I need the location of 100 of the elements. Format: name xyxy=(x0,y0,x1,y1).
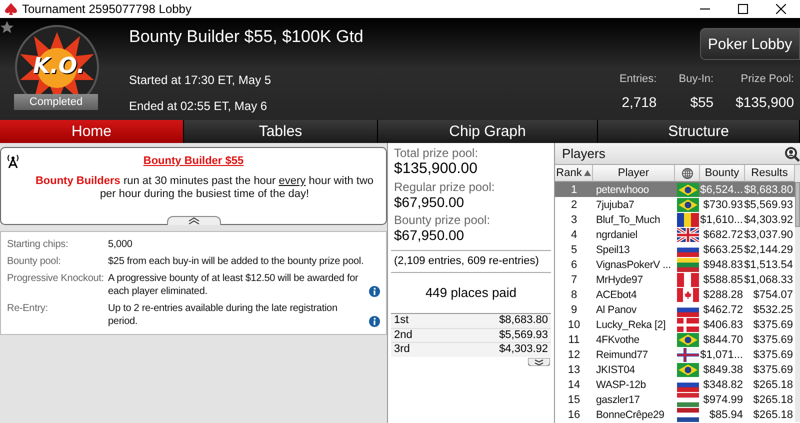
player-name[interactable]: peterwhooo xyxy=(593,182,675,197)
bounty-cell-text: $849.38 xyxy=(702,362,744,377)
pool-label: Bounty prize pool: xyxy=(394,213,492,227)
results-cell-text: $1,068.33 xyxy=(745,272,794,287)
close-icon[interactable] xyxy=(776,4,786,14)
column-header[interactable]: Results xyxy=(745,165,795,182)
antenna-icon xyxy=(7,154,19,168)
player-name[interactable]: Speil13 xyxy=(593,242,675,257)
pool-amount: $67,950.00 xyxy=(394,227,466,243)
flag-icon xyxy=(676,392,698,406)
flag-icon xyxy=(676,198,698,212)
tab[interactable]: Chip Graph xyxy=(378,120,598,143)
results-cell-text: $375.69 xyxy=(752,362,794,377)
flag-icon xyxy=(676,212,698,226)
bounty-cell-text: $948.83 xyxy=(702,258,744,272)
stat-value: $135,900 xyxy=(736,94,794,110)
column-header[interactable]: Bounty xyxy=(700,165,745,182)
player-name[interactable]: BonneCrêpe29 xyxy=(593,407,675,422)
pool-label: Total prize pool: xyxy=(394,146,480,160)
rank-cell-text: 8 xyxy=(570,288,578,302)
places-paid-text: 449 places paid xyxy=(424,284,518,302)
player-name[interactable]: gaszler17 xyxy=(593,392,675,407)
window-title: Tournament 2595077798 Lobby xyxy=(22,2,192,16)
player-name[interactable]: MrHyde97 xyxy=(593,272,675,287)
payout-amount: $4,303.92 xyxy=(499,343,548,356)
tab[interactable]: Tables xyxy=(184,120,378,143)
rank-cell-text: 3 xyxy=(570,212,578,227)
detail-value: 5,000 xyxy=(108,238,132,251)
flag-icon xyxy=(676,318,698,332)
player-name[interactable]: ngrdaniel xyxy=(593,227,675,242)
star-icon[interactable] xyxy=(0,20,14,34)
results-cell-text: $754.07 xyxy=(752,288,794,302)
bounty-cell-text: $1,071... xyxy=(700,348,744,362)
player-name[interactable]: 4FKvothe xyxy=(593,332,675,347)
stat-value: 2,718 xyxy=(622,94,657,110)
player-name[interactable]: VignasPokerV ... xyxy=(593,257,675,272)
player-name[interactable]: Lucky_Reka [2] xyxy=(593,317,675,332)
detail-label: Re-Entry: xyxy=(7,302,49,316)
player-name[interactable]: Al Panov xyxy=(593,302,675,317)
detail-value: Up to 2 re-entries available during the late registration period. xyxy=(108,302,338,328)
player-name[interactable]: Bluf_To_Much xyxy=(593,212,675,227)
collapse-toggle[interactable] xyxy=(167,216,221,225)
results-cell-text: $4,303.92 xyxy=(745,212,794,227)
maximize-icon[interactable] xyxy=(738,4,748,14)
tab[interactable]: Home xyxy=(0,120,184,143)
start-time: Started at 17:30 ET, May 5 xyxy=(129,73,272,87)
expand-toggle[interactable] xyxy=(528,358,550,366)
detail-label: Bounty pool: xyxy=(7,255,62,268)
entries-text: (2,109 entries, 609 re-entries) xyxy=(391,250,551,273)
player-name[interactable]: 7jujuba7 xyxy=(593,197,675,212)
search-icon[interactable] xyxy=(784,146,800,162)
bounty-cell-text: $348.82 xyxy=(702,378,744,392)
payout-amount: $8,683.80 xyxy=(499,314,548,328)
results-cell: $8,683.80 xyxy=(745,182,795,197)
player-name[interactable]: JKIST04 xyxy=(593,362,675,377)
panel-title: Players xyxy=(562,146,606,161)
payout-amount: $5,569.93 xyxy=(499,328,548,342)
bounty-cell-text: $663.25 xyxy=(702,242,744,257)
rank-cell-text: 16 xyxy=(566,408,582,422)
rank-cell-text: 6 xyxy=(570,258,578,272)
results-cell-text: $265.18 xyxy=(752,392,794,407)
results-cell-text: $265.18 xyxy=(752,378,794,392)
spade-icon xyxy=(4,2,18,16)
detail-label: Progressive Knockout: xyxy=(7,272,105,286)
rank-cell-text: 15 xyxy=(566,392,582,407)
column-header[interactable] xyxy=(675,165,700,182)
promo-title-link[interactable]: Bounty Builder $55 xyxy=(143,155,244,167)
flag-icon xyxy=(676,228,698,242)
rank-cell-text: 4 xyxy=(570,228,578,242)
info-icon[interactable] xyxy=(369,286,380,297)
rank-cell-text: 12 xyxy=(566,348,582,362)
bounty-cell-text: $85.94 xyxy=(708,408,744,422)
flag-icon xyxy=(676,348,698,362)
logo-text: K.O. xyxy=(33,54,85,79)
stat-label: Buy-In: xyxy=(678,73,714,85)
rank-cell-text: 10 xyxy=(566,318,582,332)
player-name[interactable]: Reimund77 xyxy=(593,347,675,362)
sort-icon xyxy=(584,170,591,176)
stat-label: Prize Pool: xyxy=(740,73,794,85)
player-name[interactable]: WASP-12b xyxy=(593,377,675,392)
player-name[interactable]: ACEbot4 xyxy=(593,287,675,302)
payout-place: 1st xyxy=(394,314,409,328)
tab[interactable]: Structure xyxy=(598,120,800,143)
bounty-cell-text: $974.99 xyxy=(702,392,744,407)
results-cell-text: $532.25 xyxy=(752,302,794,317)
column-header[interactable]: Player xyxy=(593,165,675,182)
pool-amount: $67,950.00 xyxy=(394,194,466,210)
results-cell-text: $1,513.54 xyxy=(745,258,794,272)
rank-cell-text: 5 xyxy=(570,242,578,257)
status-label: Completed xyxy=(14,94,98,110)
column-header[interactable]: Rank xyxy=(555,165,593,182)
rank-cell-text: 13 xyxy=(566,362,582,377)
rank-cell-text: 14 xyxy=(566,378,582,392)
end-time: Ended at 02:55 ET, May 6 xyxy=(129,99,268,113)
results-cell-text: $3,037.90 xyxy=(745,228,794,242)
info-icon[interactable] xyxy=(369,316,380,327)
poker-lobby-button[interactable]: Poker Lobby xyxy=(700,28,800,60)
scrollbar[interactable] xyxy=(795,165,800,422)
scroll-thumb[interactable] xyxy=(795,182,800,227)
rank-cell-text: 2 xyxy=(570,198,578,212)
